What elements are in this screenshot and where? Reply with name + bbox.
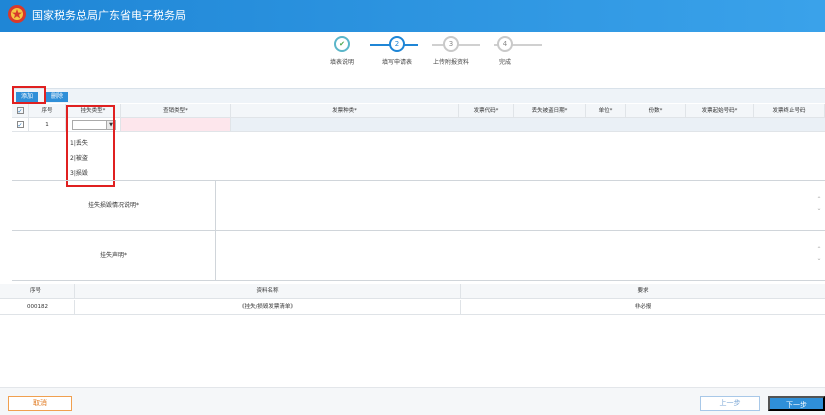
description-textarea[interactable]: ⌃ ⌄ — [217, 181, 825, 231]
app-header: 国家税务总局广东省电子税务局 — [0, 0, 825, 32]
step-check-icon: ✔ — [334, 36, 350, 52]
cancel-button[interactable]: 取消 — [8, 396, 72, 411]
col-header: 丢失被盗日期* — [514, 104, 586, 118]
step-4: 4 完成 — [465, 36, 545, 66]
checkbox-icon[interactable] — [16, 105, 24, 117]
step-number: 2 — [389, 36, 405, 52]
scroll-arrows-icon[interactable]: ⌃ ⌄ — [816, 195, 822, 213]
col-header: 发票种类* — [231, 104, 459, 118]
highlight-box-add — [12, 86, 46, 104]
next-step-button[interactable]: 下一步 — [768, 396, 825, 411]
highlight-box-dropdown — [66, 105, 115, 187]
table-row: 1 — [12, 118, 825, 132]
form-row-statement: 挂失声明* ⌃ ⌄ — [12, 231, 825, 281]
grid-header-row: 序号 挂失类型* 查销类型* 发票种类* 发票代码* 丢失被盗日期* 单位* 份… — [12, 104, 825, 118]
checkbox-icon[interactable] — [16, 119, 24, 131]
app-title: 国家税务总局广东省电子税务局 — [32, 9, 186, 22]
doc-id: 000182 — [0, 300, 75, 315]
progress-steps: ✔ 填表说明 2 填写申请表 3 上传附报资料 4 完成 — [320, 36, 542, 70]
row-remaining-cells[interactable] — [231, 118, 825, 132]
form-row-description: 挂失损毁情况说明* ⌃ ⌄ — [12, 181, 825, 231]
page: 国家税务总局广东省电子税务局 ✔ 填表说明 2 填写申请表 3 上传附报资料 4… — [0, 0, 825, 415]
header-select-all[interactable] — [12, 104, 29, 118]
doc-requirement: 非必报 — [634, 304, 652, 310]
description-label: 挂失损毁情况说明* — [12, 181, 216, 231]
col-header: 发票起始号码* — [686, 104, 754, 118]
col-header: 发票代码* — [459, 104, 514, 118]
row-checkbox-cell[interactable] — [12, 118, 29, 132]
col-header: 序号 — [29, 104, 66, 118]
table-row: 000182 《挂失/损毁发票清单》 非必报 — [0, 300, 825, 315]
footer-bar: 取消 上一步 下一步 — [0, 387, 825, 415]
doc-name: 《挂失/损毁发票清单》 — [75, 300, 461, 315]
col-header: 序号 — [0, 284, 75, 299]
tax-bureau-emblem-icon — [8, 5, 26, 23]
col-header: 份数* — [626, 104, 686, 118]
docs-header-row: 序号 资料名称 要求 — [0, 284, 825, 299]
cancel-type-cell[interactable] — [121, 118, 231, 132]
col-header: 资料名称 — [75, 284, 461, 299]
scroll-arrows-icon[interactable]: ⌃ ⌄ — [816, 245, 822, 263]
col-header: 单位* — [586, 104, 626, 118]
loss-form: 挂失损毁情况说明* ⌃ ⌄ 挂失声明* ⌃ ⌄ — [12, 180, 825, 281]
col-header: 要求 — [637, 288, 649, 294]
delete-button[interactable]: 删除 — [46, 92, 69, 102]
step-number: 4 — [497, 36, 513, 52]
grid-toolbar: 添加 删除 — [12, 88, 825, 103]
statement-label: 挂失声明* — [12, 231, 216, 281]
row-index: 1 — [29, 118, 66, 132]
step-number: 3 — [443, 36, 459, 52]
step-label: 完成 — [498, 59, 511, 66]
col-header: 查销类型* — [121, 104, 231, 118]
statement-textarea[interactable]: ⌃ ⌄ — [217, 231, 825, 281]
col-header: 发票终止号码 — [754, 104, 825, 118]
previous-step-button[interactable]: 上一步 — [700, 396, 760, 411]
